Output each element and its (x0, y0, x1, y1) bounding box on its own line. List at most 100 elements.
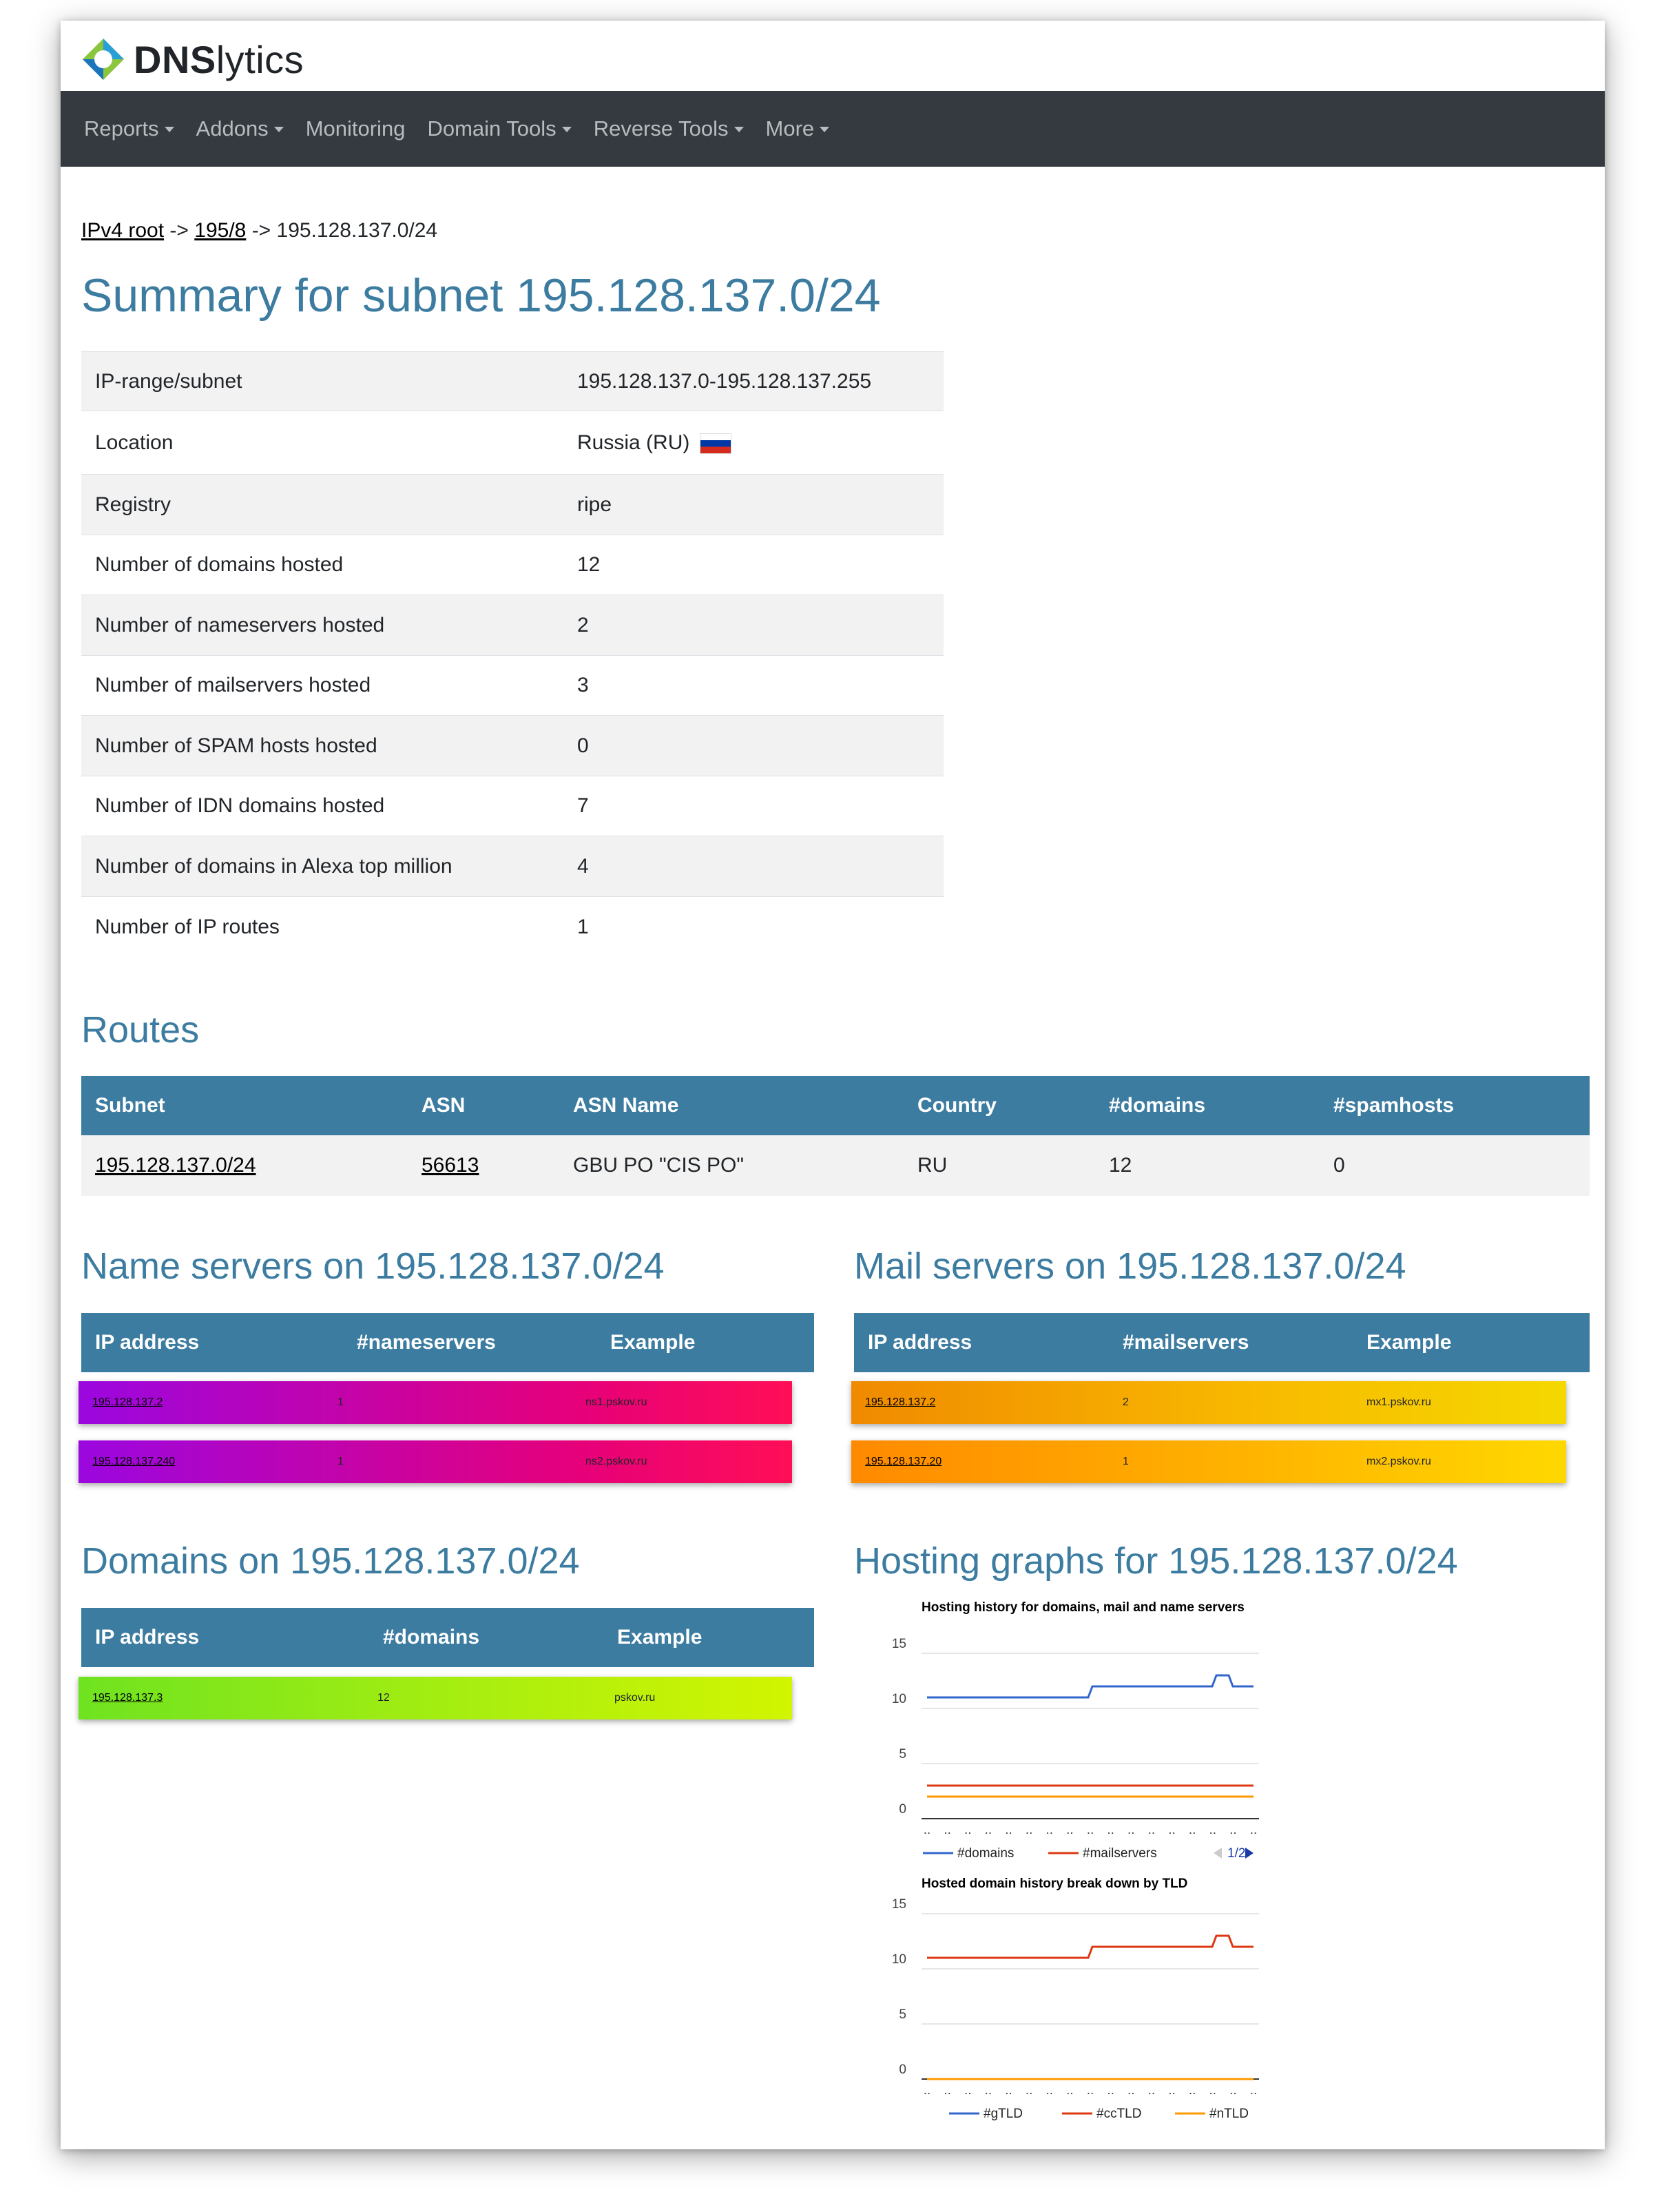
x-tick-label: .. (944, 2083, 951, 2098)
brand-bar: DNSlytics (61, 21, 1605, 91)
tld-history-chart: Hosted domain history break down by TLD … (892, 1877, 1307, 2121)
col-domains[interactable]: #domains (369, 1608, 603, 1667)
col-domains[interactable]: #domains (1095, 1076, 1320, 1135)
col-country[interactable]: Country (904, 1076, 1095, 1135)
domains-table: IP address #domains Example (81, 1608, 814, 1667)
col-ip-address[interactable]: IP address (854, 1313, 1109, 1372)
caret-down-icon (273, 127, 284, 132)
ip-link[interactable]: 195.128.137.2 (865, 1396, 935, 1408)
col-ip-address[interactable]: IP address (81, 1608, 369, 1667)
nav-more[interactable]: More (766, 116, 830, 141)
nav-reports[interactable]: Reports (84, 116, 174, 141)
x-tick-label: .. (964, 1823, 972, 1837)
table-row: 195.128.137.0/24 56613 GBU PO "CIS PO" R… (81, 1135, 1590, 1196)
summary-table: IP-range/subnet 195.128.137.0-195.128.137… (81, 351, 944, 958)
col-ip-address[interactable]: IP address (81, 1313, 343, 1372)
breadcrumb-root-link[interactable]: IPv4 root (81, 219, 164, 242)
mailservers-title: Mail servers on 195.128.137.0/24 (854, 1245, 1406, 1287)
col-example[interactable]: Example (1353, 1313, 1590, 1372)
domains-title: Domains on 195.128.137.0/24 (81, 1540, 580, 1582)
legend-label: #gTLD (984, 2107, 1023, 2121)
col-mailservers[interactable]: #mailservers (1109, 1313, 1353, 1372)
legend-pager: 1/2 (1227, 1846, 1245, 1861)
caret-down-icon (734, 127, 744, 132)
col-example[interactable]: Example (596, 1313, 814, 1372)
chart-plot: 0 5 10 15..................................… (892, 1637, 1259, 1861)
x-tick-label: .. (964, 2083, 972, 2098)
col-subnet[interactable]: Subnet (81, 1076, 408, 1135)
legend-label: #nTLD (1209, 2107, 1249, 2121)
hosting-history-chart: Hosting history for domains, mail and na… (892, 1598, 1307, 1861)
breadcrumb-current: 195.128.137.0/24 (276, 219, 438, 242)
summary-row: Number of domains hosted 12 (81, 535, 944, 595)
x-tick-label: .. (1066, 2083, 1074, 2098)
col-spamhosts[interactable]: #spamhosts (1320, 1076, 1590, 1135)
y-tick-label: 15 (892, 1897, 906, 1912)
x-tick-label: .. (1189, 2083, 1196, 2098)
ip-link[interactable]: 195.128.137.20 (865, 1456, 942, 1467)
summary-row: Location Russia (RU) (81, 411, 944, 475)
col-asn-name[interactable]: ASN Name (559, 1076, 904, 1135)
col-nameservers[interactable]: #nameservers (343, 1313, 596, 1372)
x-tick-label: .. (1046, 1823, 1053, 1837)
x-tick-label: .. (1087, 2083, 1094, 2098)
x-tick-label: .. (1168, 1823, 1176, 1837)
x-tick-label: .. (944, 1823, 951, 1837)
x-tick-label: .. (1250, 1823, 1258, 1837)
ip-link[interactable]: 195.128.137.3 (92, 1692, 163, 1704)
legend-label: #domains (957, 1846, 1014, 1861)
y-tick-label: 15 (892, 1637, 906, 1651)
x-tick-label: .. (1087, 1823, 1094, 1837)
nav-monitoring[interactable]: Monitoring (306, 116, 406, 141)
x-tick-label: .. (1026, 2083, 1033, 2098)
routes-table: Subnet ASN ASN Name Country #domains #sp… (81, 1076, 1590, 1196)
chart-plot: 0 5 10 15..................................… (892, 1897, 1259, 2121)
navbar: Reports Addons Monitoring Domain Tools R… (61, 91, 1605, 167)
summary-row: Registry ripe (81, 474, 944, 535)
nav-addons[interactable]: Addons (196, 116, 284, 141)
nameservers-table: IP address #nameservers Example (81, 1313, 814, 1372)
logo-icon (83, 39, 124, 80)
nav-domain-tools[interactable]: Domain Tools (427, 116, 572, 141)
ip-link[interactable]: 195.128.137.2 (92, 1396, 163, 1408)
series-line (927, 1934, 1254, 1959)
col-example[interactable]: Example (603, 1608, 814, 1667)
y-tick-label: 10 (892, 1692, 906, 1706)
legend-label: #ccTLD (1096, 2107, 1141, 2121)
x-tick-label: .. (1107, 1823, 1114, 1837)
mailservers-rows: 195.128.137.2 2 mx1.pskov.ru 195.128.137… (851, 1381, 1590, 1483)
asn-link[interactable]: 56613 (422, 1154, 479, 1177)
caret-down-icon (561, 127, 572, 132)
caret-down-icon (820, 127, 830, 132)
x-tick-label: .. (985, 1823, 992, 1837)
summary-row: Number of IP routes 1 (81, 896, 944, 958)
y-tick-label: 0 (899, 2063, 906, 2077)
logo[interactable]: DNSlytics (80, 36, 304, 83)
domains-rows: 195.128.137.3 12 pskov.ru (79, 1677, 814, 1719)
y-tick-label: 0 (899, 1802, 906, 1817)
subnet-link[interactable]: 195.128.137.0/24 (95, 1154, 256, 1177)
x-tick-label: .. (924, 1823, 931, 1837)
series-line (927, 1674, 1254, 1699)
breadcrumb: IPv4 root -> 195/8 -> 195.128.137.0/24 (81, 219, 438, 242)
x-tick-label: .. (1066, 1823, 1074, 1837)
y-tick-label: 5 (899, 1747, 906, 1761)
x-tick-label: .. (1127, 2083, 1135, 2098)
x-tick-label: .. (1229, 2083, 1237, 2098)
next-page-icon (1245, 1848, 1254, 1859)
ip-link[interactable]: 195.128.137.240 (92, 1456, 175, 1467)
table-row: 195.128.137.240 1 ns2.pskov.ru (79, 1440, 792, 1483)
summary-title: Summary for subnet 195.128.137.0/24 (81, 269, 881, 322)
browser-page: DNSlytics Reports Addons Monitoring Doma… (61, 21, 1605, 2149)
col-asn[interactable]: ASN (408, 1076, 559, 1135)
graphs-title: Hosting graphs for 195.128.137.0/24 (854, 1540, 1458, 1582)
nav-reverse-tools[interactable]: Reverse Tools (594, 116, 744, 141)
caret-down-icon (164, 127, 174, 132)
x-tick-label: .. (1107, 2083, 1114, 2098)
x-tick-label: .. (1209, 2083, 1216, 2098)
russia-flag-icon (699, 433, 731, 454)
breadcrumb-parent-link[interactable]: 195/8 (194, 219, 246, 242)
routes-title: Routes (81, 1009, 200, 1051)
x-tick-label: .. (1250, 2083, 1258, 2098)
table-row: 195.128.137.3 12 pskov.ru (79, 1677, 792, 1719)
